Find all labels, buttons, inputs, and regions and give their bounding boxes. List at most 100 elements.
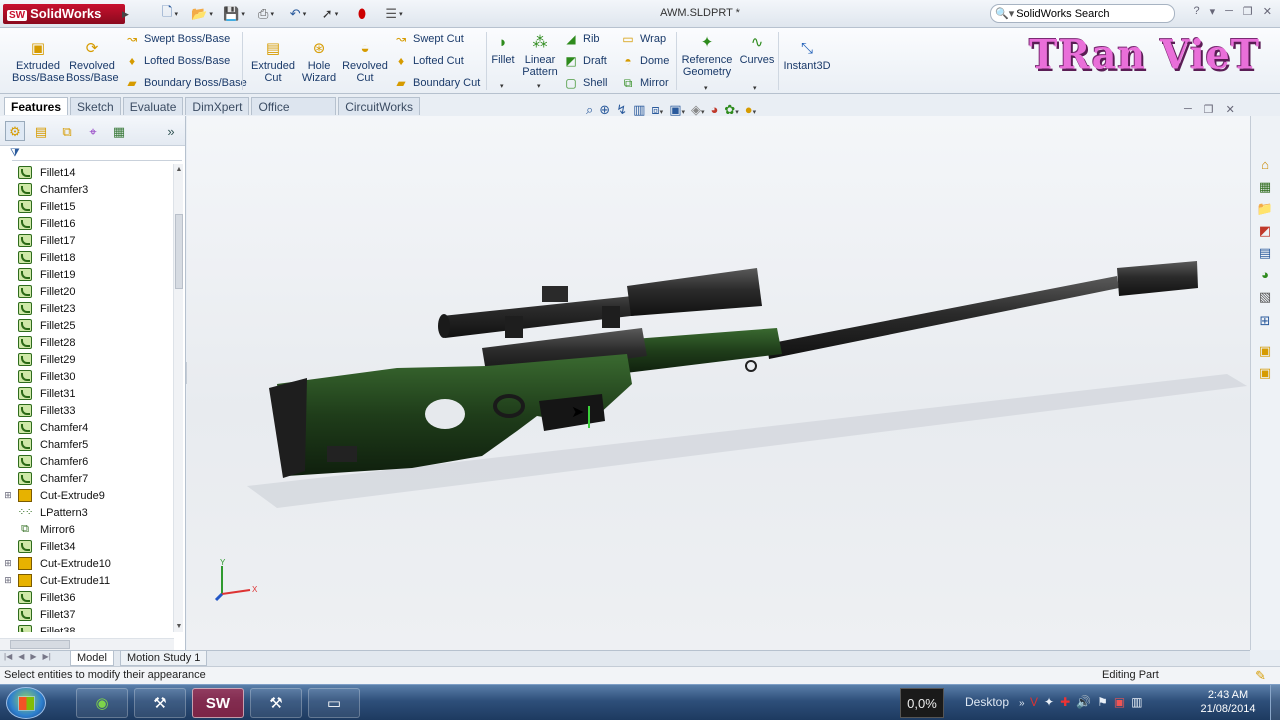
filter-row[interactable]: ⧩ [0, 146, 185, 160]
taskbar-app-4[interactable]: ⚒ [250, 688, 302, 718]
tree-item-chamfer7[interactable]: Chamfer7 [0, 470, 174, 487]
expand-plus-icon[interactable]: ⊞ [0, 490, 16, 501]
reference-geometry-button[interactable]: ✦ Reference Geometry [680, 34, 734, 78]
apply-scene-icon[interactable]: ✿▾ [724, 102, 738, 118]
scroll-up-arrow-icon[interactable]: ▲ [174, 166, 184, 173]
revolved-boss-button[interactable]: ⟳ Revolved Boss/Base [66, 40, 119, 84]
tab-office-products[interactable]: Office Products [251, 97, 337, 128]
expand-plus-icon[interactable]: ⊞ [0, 558, 16, 569]
tree-item-fillet28[interactable]: Fillet28 [0, 334, 174, 351]
tree-item-chamfer5[interactable]: Chamfer5 [0, 436, 174, 453]
restore-icon[interactable]: ❐ [1243, 5, 1253, 18]
fillet-dropdown-icon[interactable]: ▾ [500, 82, 504, 90]
view-settings-icon[interactable]: ●▾ [745, 102, 756, 118]
solidworks-menu-button[interactable]: SW SolidWorks [3, 4, 125, 24]
tree-item-fillet20[interactable]: Fillet20 [0, 283, 174, 300]
rib-button[interactable]: ◢ Rib [563, 32, 599, 46]
search-pane-icon[interactable]: ▤ [1255, 244, 1275, 262]
tray-app-icon[interactable]: ▣ [1114, 695, 1125, 709]
configuration-manager-tab[interactable]: ⧉ [57, 121, 77, 141]
tree-vertical-scrollbar[interactable]: ▲ ▼ [173, 164, 183, 632]
rebuild-button[interactable]: ⬮ [348, 4, 376, 24]
tree-item-fillet14[interactable]: Fillet14 [0, 164, 174, 181]
propertymanager-tab[interactable]: ▤ [31, 121, 51, 141]
tree-item-fillet30[interactable]: Fillet30 [0, 368, 174, 385]
viewport-minimize-icon[interactable]: ─ [1184, 103, 1192, 116]
design-library-icon[interactable]: ▦ [1255, 178, 1275, 196]
tree-item-fillet23[interactable]: Fillet23 [0, 300, 174, 317]
taskbar-solidworks[interactable]: SW [192, 688, 244, 718]
tree-item-fillet29[interactable]: Fillet29 [0, 351, 174, 368]
tree-item-fillet15[interactable]: Fillet15 [0, 198, 174, 215]
wrap-button[interactable]: ▭ Wrap [620, 32, 666, 46]
tree-item-fillet36[interactable]: Fillet36 [0, 589, 174, 606]
zoom-to-fit-icon[interactable]: ⌕ [586, 102, 593, 118]
show-desktop-button[interactable] [1270, 685, 1280, 720]
linear-pattern-button[interactable]: ⁂ Linear Pattern [520, 34, 560, 78]
tree-item-lpattern3[interactable]: ⁘⁘ LPattern3 [0, 504, 174, 521]
hole-wizard-button[interactable]: ⊛ Hole Wizard [298, 40, 340, 84]
tree-item-cut-extrude10[interactable]: ⊞ Cut-Extrude10 [0, 555, 174, 572]
open-button[interactable]: 📂 ▾ [188, 4, 216, 24]
taskbar-app-2[interactable]: ⚒ [134, 688, 186, 718]
hide-show-items-icon[interactable]: ◈▾ [691, 102, 705, 118]
featuremanager-tree-tab[interactable]: ⚙ [5, 120, 25, 141]
dome-button[interactable]: ◓ Dome [620, 54, 669, 68]
scroll-down-arrow-icon[interactable]: ▼ [174, 623, 184, 630]
pane-tool-2-icon[interactable]: ▣ [1255, 342, 1275, 360]
tray-tool-icon[interactable]: ✦ [1044, 695, 1054, 709]
last-tab-icon[interactable]: ▶| [43, 652, 51, 661]
save-button[interactable]: 💾 ▾ [220, 4, 248, 24]
view-orientation-icon[interactable]: ⧈▾ [651, 102, 663, 118]
expand-panel-button[interactable]: » [161, 121, 181, 141]
shell-button[interactable]: ▢ Shell [563, 76, 607, 90]
system-clock[interactable]: 2:43 AM 21/08/2014 [1198, 688, 1258, 716]
edit-appearance-icon[interactable]: ◕ [711, 102, 719, 118]
tab-circuitworks[interactable]: CircuitWorks [338, 97, 420, 115]
next-tab-icon[interactable]: ▶ [30, 652, 36, 661]
quick-tips-icon[interactable]: ✎ [1255, 668, 1266, 684]
desktop-toolbar[interactable]: Desktop » [965, 695, 1025, 709]
tree-item-cut-extrude11[interactable]: ⊞ Cut-Extrude11 [0, 572, 174, 589]
previous-view-icon[interactable]: ↯ [616, 102, 627, 118]
start-button[interactable] [6, 687, 46, 719]
lofted-boss-button[interactable]: ♦ Lofted Boss/Base [124, 54, 230, 68]
tree-item-fillet17[interactable]: Fillet17 [0, 232, 174, 249]
revolved-cut-button[interactable]: ◒ Revolved Cut [342, 40, 388, 84]
file-explorer-icon[interactable]: 📁 [1255, 200, 1275, 218]
boundary-boss-button[interactable]: ▰ Boundary Boss/Base [124, 76, 246, 90]
tray-v-icon[interactable]: V [1030, 695, 1038, 709]
horizontal-scroll-thumb[interactable] [10, 640, 70, 649]
menu-expand-arrow-icon[interactable]: ▶ [122, 4, 132, 24]
linear-pattern-dropdown-icon[interactable]: ▾ [537, 82, 541, 90]
reference-geometry-dropdown-icon[interactable]: ▾ [704, 84, 708, 92]
close-icon[interactable]: ✕ [1263, 5, 1272, 18]
tree-item-fillet33[interactable]: Fillet33 [0, 402, 174, 419]
taskbar-camtasia[interactable]: ◉ [76, 688, 128, 718]
tree-item-fillet38[interactable]: Fillet38 [0, 623, 174, 632]
view-palette-icon[interactable]: ◩ [1255, 222, 1275, 240]
mirror-button[interactable]: ⧉ Mirror [620, 76, 669, 90]
taskbar-app-5[interactable]: ▭ [308, 688, 360, 718]
display-manager-tab[interactable]: ▦ [109, 121, 129, 141]
pane-tool-icon[interactable]: ⊞ [1255, 312, 1275, 330]
tab-dimxpert[interactable]: DimXpert [185, 97, 250, 115]
curves-dropdown-icon[interactable]: ▾ [753, 84, 757, 92]
swept-boss-button[interactable]: ↝ Swept Boss/Base [124, 32, 230, 46]
pane-tool-3-icon[interactable]: ▣ [1255, 364, 1275, 382]
boundary-cut-button[interactable]: ▰ Boundary Cut [393, 76, 480, 90]
help-icon[interactable]: ? [1193, 5, 1199, 18]
draft-button[interactable]: ◩ Draft [563, 54, 607, 68]
tab-model[interactable]: Model [70, 651, 114, 666]
tree-item-chamfer6[interactable]: Chamfer6 [0, 453, 174, 470]
select-button[interactable]: ➚ ▾ [316, 4, 344, 24]
lofted-cut-button[interactable]: ♦ Lofted Cut [393, 54, 464, 68]
extruded-cut-button[interactable]: ▤ Extruded Cut [250, 40, 296, 84]
instant3d-button[interactable]: ⤡ Instant3D [782, 40, 832, 72]
swept-cut-button[interactable]: ↝ Swept Cut [393, 32, 464, 46]
tree-item-fillet16[interactable]: Fillet16 [0, 215, 174, 232]
graphics-area[interactable]: ➤ Y X [187, 116, 1250, 650]
tray-network-icon[interactable]: ▥ [1131, 695, 1142, 709]
solidworks-resources-icon[interactable]: ⌂ [1255, 156, 1275, 174]
tree-item-mirror6[interactable]: ⧉ Mirror6 [0, 521, 174, 538]
